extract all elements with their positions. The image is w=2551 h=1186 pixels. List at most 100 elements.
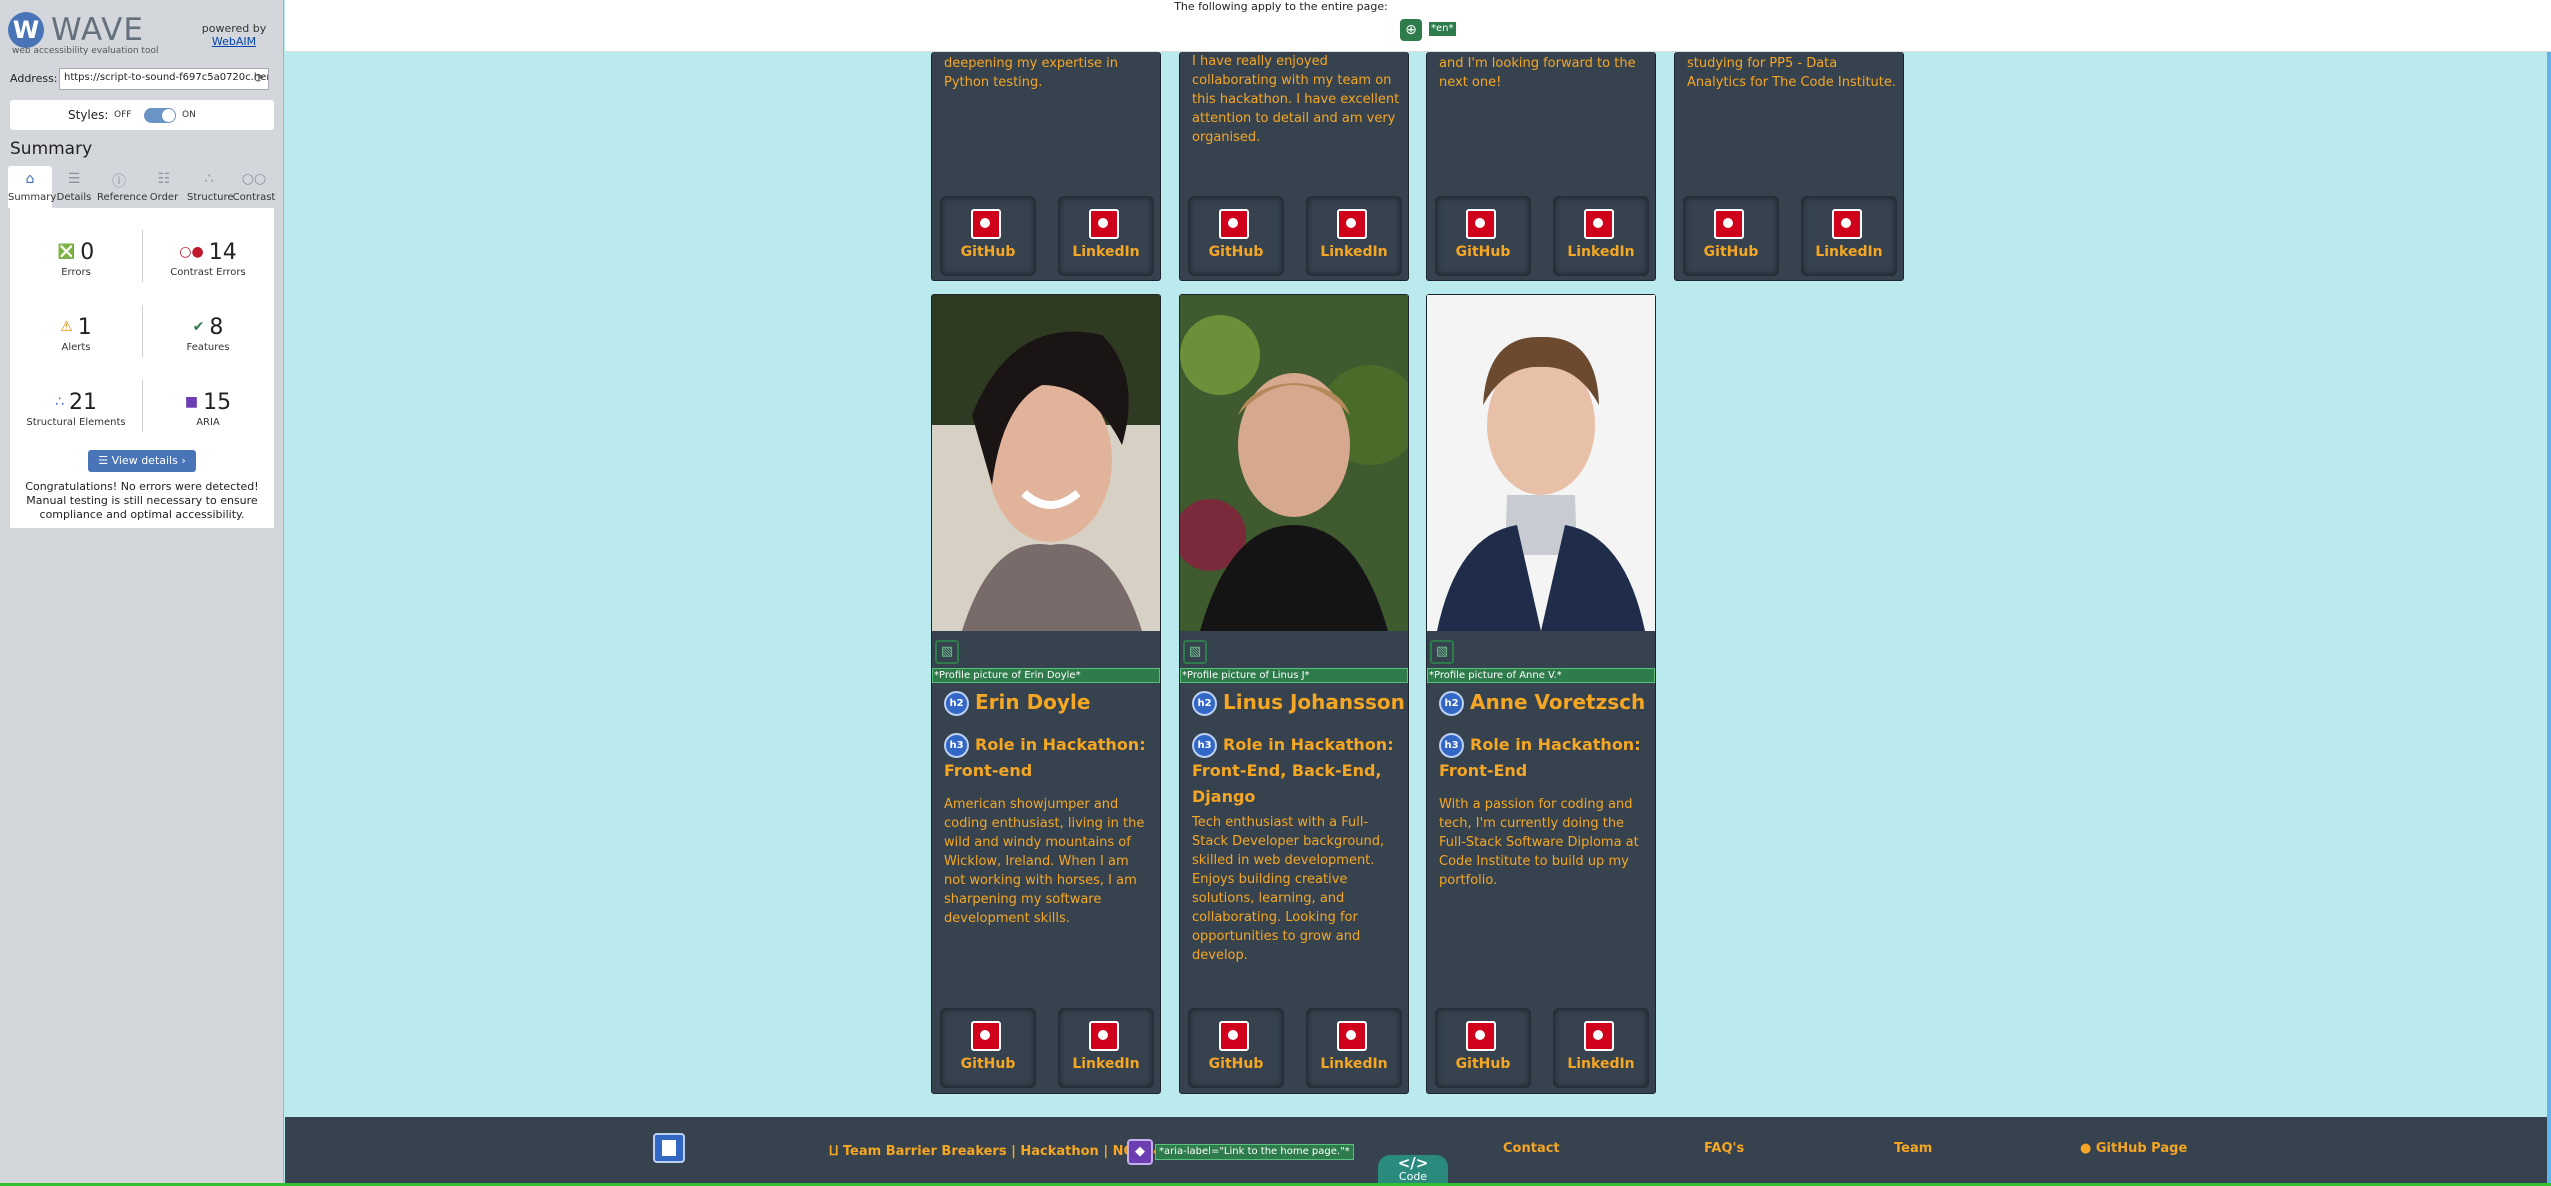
info-icon: ⓘ [112, 174, 126, 190]
wave-subtitle: web accessibility evaluation tool [12, 46, 159, 56]
github-icon [1219, 1021, 1249, 1051]
structural-count: 21 [68, 390, 97, 415]
tab-details[interactable]: ☰ Details [52, 166, 96, 208]
scrollbar-track[interactable] [2547, 52, 2551, 1186]
footer-link-team[interactable]: Team [1894, 1141, 1932, 1156]
member-role-text: Role in Hackathon: Front-End [1439, 735, 1641, 780]
alerts-count: 1 [77, 315, 92, 340]
tab-label: Reference [97, 192, 148, 203]
linkedin-label: LinkedIn [1072, 244, 1140, 260]
h2-badge-icon[interactable]: h2 [944, 691, 969, 716]
linkedin-button[interactable]: LinkedIn [1553, 196, 1649, 276]
footer-link-github-label: GitHub Page [2095, 1141, 2188, 1156]
member-bio: American showjumper and coding enthusias… [944, 797, 1145, 926]
image-alt-icon[interactable]: ▧ [1430, 640, 1454, 664]
wave-logo-icon: W [8, 12, 44, 48]
profile-photo-anne [1427, 295, 1655, 631]
member-bio: With a passion for coding and tech, I'm … [1439, 797, 1639, 888]
linkedin-button[interactable]: LinkedIn [1058, 196, 1154, 276]
h3-badge-icon[interactable]: h3 [1192, 733, 1217, 758]
errors-label: Errors [61, 267, 91, 278]
feature-icon: ✔ [192, 319, 205, 335]
github-button[interactable]: GitHub [1435, 1008, 1531, 1088]
stat-aria[interactable]: ■ 15 ARIA [142, 380, 274, 448]
member-name-text: Erin Doyle [975, 690, 1091, 714]
footer-home-logo-icon[interactable] [653, 1133, 685, 1163]
image-alt-icon[interactable]: ▧ [935, 640, 959, 664]
view-details-label: View details › [111, 454, 186, 467]
stat-structural[interactable]: ∴ 21 Structural Elements [10, 380, 142, 448]
team-card: deepening my expertise in Python testing… [931, 52, 1161, 281]
linkedin-button[interactable]: LinkedIn [1801, 196, 1897, 276]
code-toggle-button[interactable]: </> Code [1378, 1155, 1448, 1186]
h2-badge-icon[interactable]: h2 [1439, 691, 1464, 716]
aria-icon: ■ [184, 394, 199, 410]
powered-by: powered by WebAIM [194, 22, 274, 48]
notice-text: The following apply to the entire page: [1174, 0, 1388, 13]
card-bio: I have really enjoyed collaborating with… [1192, 54, 1400, 145]
footer-link-github[interactable]: ● GitHub Page [2080, 1141, 2187, 1156]
stat-alerts[interactable]: ⚠ 1 Alerts [10, 305, 142, 373]
github-button[interactable]: GitHub [1435, 196, 1531, 276]
linkedin-button[interactable]: LinkedIn [1553, 1008, 1649, 1088]
team-card-erin: ▧ *Profile picture of Erin Doyle* h2 Erin… [931, 294, 1161, 1094]
tab-structure[interactable]: ∴ Structure [187, 166, 234, 208]
linkedin-button[interactable]: LinkedIn [1058, 1008, 1154, 1088]
member-name: h2 Anne Voretzsch [1439, 690, 1645, 716]
code-label: Code [1398, 1170, 1428, 1183]
list-icon: ☰ [98, 454, 112, 467]
linkedin-icon [1832, 209, 1862, 239]
footer-team-text[interactable]: ⨿ Team Barrier Breakers | Hackathon | NO… [829, 1144, 1162, 1159]
linkedin-label: LinkedIn [1567, 1056, 1635, 1072]
h2-badge-icon[interactable]: h2 [1192, 691, 1217, 716]
alert-icon: ⚠ [60, 319, 73, 335]
reload-icon[interactable]: ⟳ [254, 71, 264, 85]
tab-summary[interactable]: ⌂ Summary [8, 166, 57, 208]
member-name: h2 Linus Johansson [1192, 690, 1405, 716]
stat-features[interactable]: ✔ 8 Features [142, 305, 274, 373]
footer-link-faqs[interactable]: FAQ's [1704, 1141, 1744, 1156]
home-icon: ⌂ [25, 171, 35, 187]
profile-photo [1180, 295, 1408, 631]
tab-label: Summary [8, 192, 57, 203]
structure-icon: ∴ [204, 171, 214, 187]
aria-tag-icon[interactable]: ◆ [1127, 1139, 1153, 1165]
language-globe-icon[interactable]: ⊕ [1400, 19, 1422, 41]
h3-badge-icon[interactable]: h3 [944, 733, 969, 758]
h3-badge-icon[interactable]: h3 [1439, 733, 1464, 758]
features-count: 8 [209, 315, 224, 340]
github-mark-icon: ● [2080, 1141, 2096, 1156]
webaim-link[interactable]: WebAIM [194, 35, 274, 48]
tab-reference[interactable]: ⓘ Reference [97, 166, 148, 208]
summary-heading: Summary [10, 139, 93, 159]
tab-order[interactable]: ☷ Order [142, 166, 186, 208]
github-button[interactable]: GitHub [1188, 1008, 1284, 1088]
github-label: GitHub [1455, 244, 1511, 260]
contrast-error-icon: ○● [179, 244, 204, 260]
stat-contrast-errors[interactable]: ○● 14 Contrast Errors [142, 230, 274, 298]
footer-team-label: Team Barrier Breakers | Hackathon | NOV2… [842, 1144, 1163, 1159]
member-role: h3 Role in Hackathon: Front-End, Back-End… [1192, 732, 1402, 810]
tab-label: Details [56, 192, 92, 203]
linkedin-label: LinkedIn [1567, 244, 1635, 260]
linkedin-button[interactable]: LinkedIn [1306, 1008, 1402, 1088]
styles-toggle[interactable] [144, 108, 176, 123]
github-icon [1466, 1021, 1496, 1051]
tab-label: Contrast [232, 192, 276, 203]
github-button[interactable]: GitHub [1188, 196, 1284, 276]
profile-photo-erin [932, 295, 1160, 631]
view-details-button[interactable]: ☰ View details › [88, 450, 196, 472]
address-input[interactable]: https://script-to-sound-f697c5a0720c.her… [59, 68, 269, 90]
linkedin-icon [1089, 209, 1119, 239]
image-alt-text: *Profile picture of Linus J* [1180, 668, 1408, 683]
github-button[interactable]: GitHub [940, 1008, 1036, 1088]
image-alt-icon[interactable]: ▧ [1183, 640, 1207, 664]
summary-panel: ❎ 0 Errors ○● 14 Contrast Errors ⚠ 1 Alerts… [10, 208, 274, 528]
footer-link-contact[interactable]: Contact [1503, 1141, 1560, 1156]
github-button[interactable]: GitHub [1683, 196, 1779, 276]
linkedin-icon [1337, 209, 1367, 239]
linkedin-button[interactable]: LinkedIn [1306, 196, 1402, 276]
stat-errors[interactable]: ❎ 0 Errors [10, 230, 142, 298]
github-button[interactable]: GitHub [940, 196, 1036, 276]
tab-contrast[interactable]: ○○ Contrast [232, 166, 276, 208]
